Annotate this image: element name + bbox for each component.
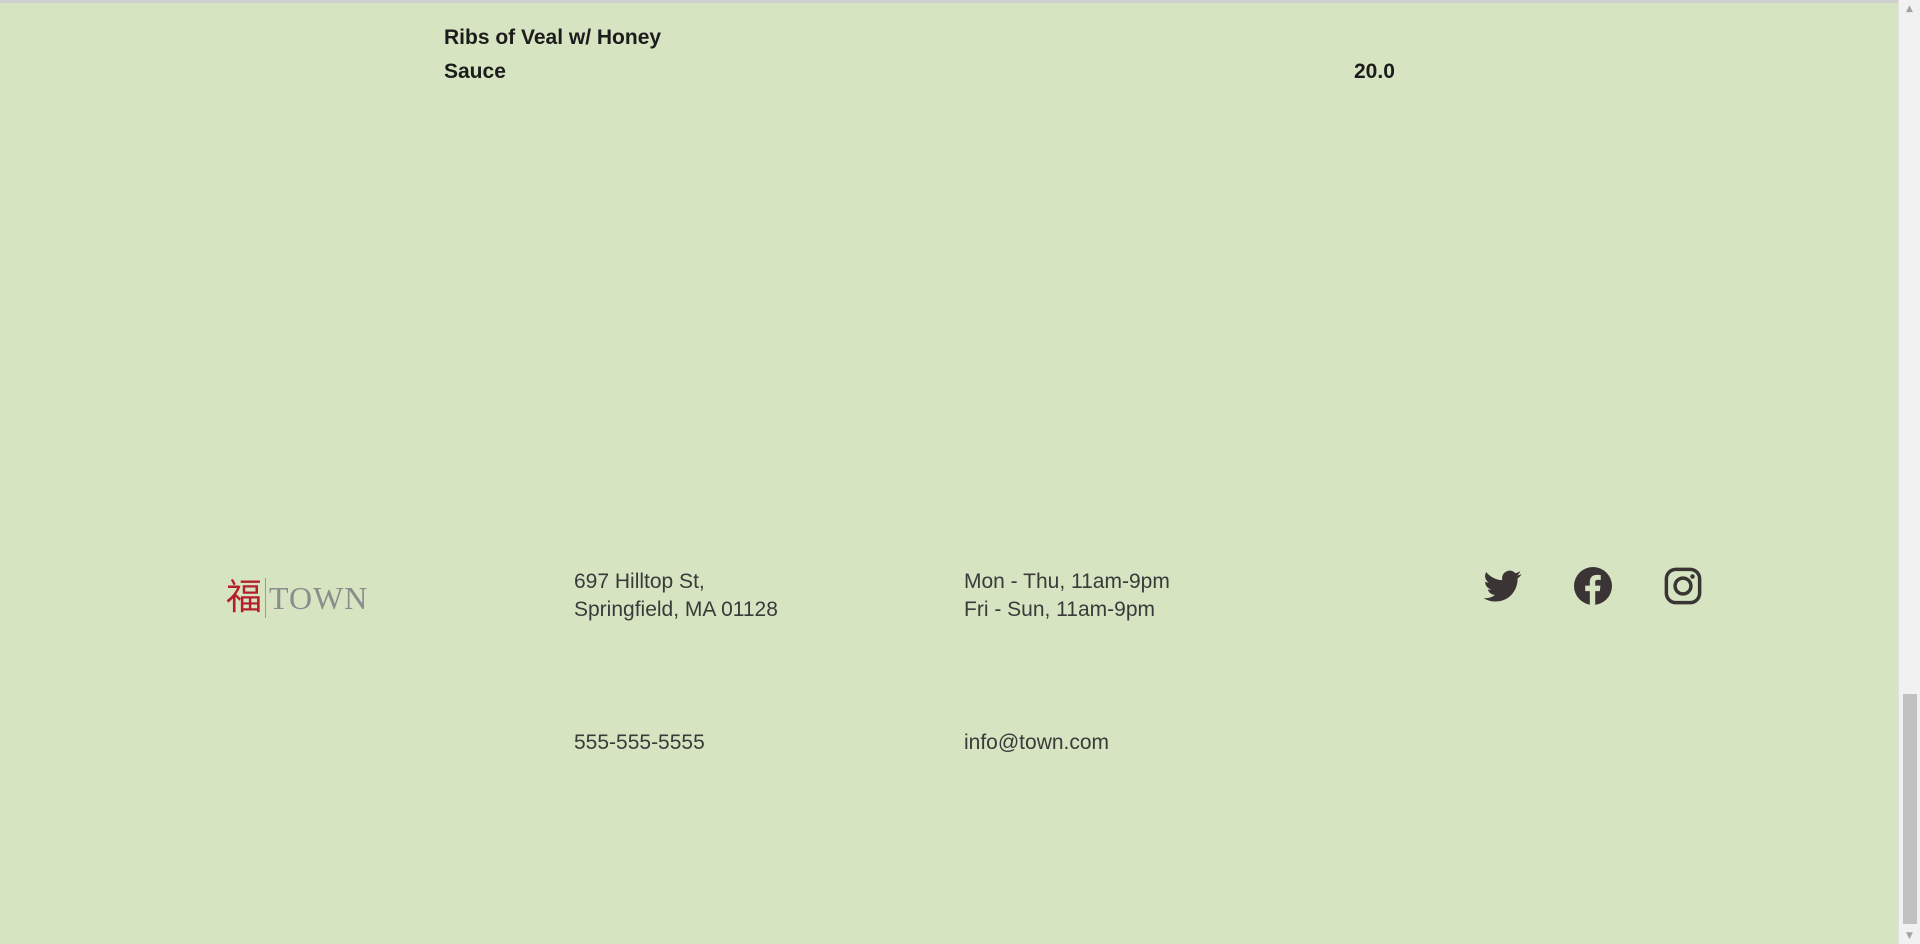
facebook-icon xyxy=(1574,567,1612,605)
logo-divider xyxy=(265,578,267,618)
page: Ribs of Veal w/ Honey Sauce 20.0 福 TOWN … xyxy=(0,0,1898,944)
phone-number[interactable]: 555-555-5555 xyxy=(574,729,705,757)
instagram-link[interactable] xyxy=(1664,567,1702,605)
town-logo[interactable]: 福 TOWN xyxy=(226,573,368,623)
scroll-down-arrow-icon[interactable]: ▼ xyxy=(1899,927,1920,944)
hours-line-1: Mon - Thu, 11am-9pm xyxy=(964,570,1170,593)
address-line-2: Springfield, MA 01128 xyxy=(574,598,778,621)
scrollbar-thumb[interactable] xyxy=(1903,694,1917,924)
hours-line-2: Fri - Sun, 11am-9pm xyxy=(964,598,1155,621)
logo-text: TOWN xyxy=(269,580,369,616)
twitter-icon xyxy=(1484,570,1522,602)
menu-item-name: Ribs of Veal w/ Honey Sauce xyxy=(444,26,662,83)
logo-character: 福 xyxy=(226,577,263,618)
scroll-up-arrow-icon[interactable]: ▲ xyxy=(1899,0,1920,17)
social-links xyxy=(1484,567,1702,605)
address-line-1: 697 Hilltop St, xyxy=(574,570,705,593)
instagram-icon xyxy=(1664,567,1702,605)
email-link[interactable]: info@town.com xyxy=(964,729,1109,757)
address: 697 Hilltop St, Springfield, MA 01128 xyxy=(574,568,778,624)
facebook-link[interactable] xyxy=(1574,567,1612,605)
opening-hours: Mon - Thu, 11am-9pm Fri - Sun, 11am-9pm xyxy=(964,568,1170,624)
menu-item-price: 20.0 xyxy=(1354,60,1395,83)
vertical-scrollbar[interactable]: ▲ ▼ xyxy=(1898,0,1920,944)
twitter-link[interactable] xyxy=(1484,567,1522,605)
